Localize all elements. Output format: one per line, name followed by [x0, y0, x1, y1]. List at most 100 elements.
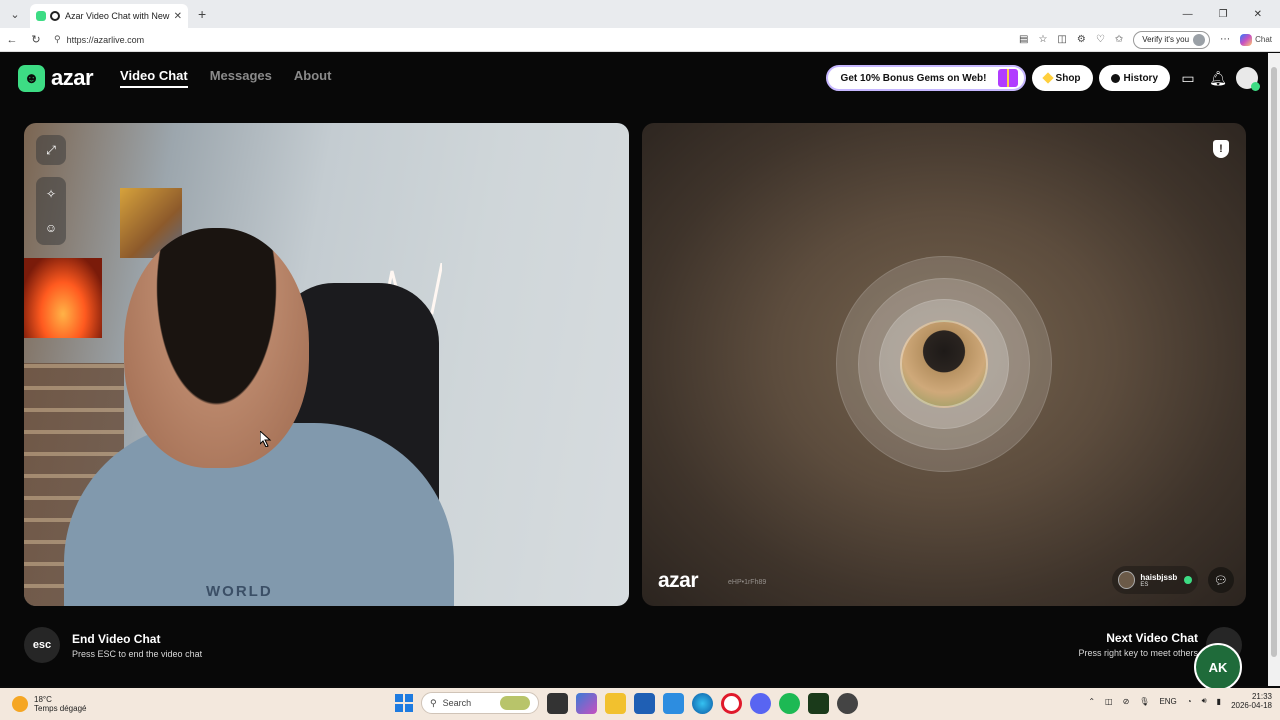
azar-page: ☻ azar Video Chat Messages About Get 10%…	[0, 53, 1268, 691]
azar-watermark: azar	[658, 569, 699, 592]
search-label: Search	[442, 698, 472, 708]
search-highlight-icon	[500, 696, 530, 710]
tab-list-chevron-icon[interactable]: ⌄	[4, 3, 26, 25]
verify-profile-button[interactable]: Verify it's you	[1133, 30, 1211, 49]
brand-name: azar	[51, 65, 94, 90]
recorder-app-icon[interactable]	[837, 692, 858, 714]
split-screen-icon[interactable]: ◫	[1057, 34, 1066, 45]
edge-browser-icon[interactable]	[692, 692, 713, 714]
gem-icon	[1041, 72, 1054, 84]
tray-app-icon[interactable]: ◫	[1105, 697, 1113, 706]
spotify-app-icon[interactable]	[779, 692, 800, 714]
tray-overflow-chevron-icon[interactable]: ⌃	[1088, 697, 1095, 706]
editor-app-icon[interactable]	[808, 692, 829, 714]
cursor-arrow-icon	[259, 429, 272, 448]
copilot-label: Chat	[1255, 35, 1272, 44]
taskbar-clock[interactable]: 21:33 2026-04-18	[1231, 692, 1272, 710]
copilot-button[interactable]: Chat	[1240, 33, 1272, 46]
history-clock-icon	[1110, 73, 1120, 83]
main-menu: Video Chat Messages About	[120, 68, 331, 88]
partner-info: haisbjssb ES	[1140, 573, 1177, 588]
more-options-icon[interactable]: ⋯	[1220, 34, 1230, 45]
outlook-app-icon[interactable]	[663, 692, 684, 714]
maximize-icon[interactable]: ❐	[1219, 9, 1228, 20]
task-view-icon[interactable]	[547, 692, 568, 714]
widgets-app-icon[interactable]	[576, 692, 597, 714]
face-sticker-icon[interactable]: ☺	[36, 211, 66, 245]
effects-tool-group: ✧ ☺	[36, 177, 66, 245]
extensions-icon[interactable]: ⚙	[1077, 34, 1086, 45]
new-tab-icon[interactable]: +	[198, 6, 206, 22]
url-text: https://azarlive.com	[66, 34, 145, 45]
shop-label: Shop	[1055, 72, 1081, 84]
temperature: 18°C	[34, 695, 52, 704]
partner-info-chip[interactable]: haisbjssb ES	[1112, 566, 1198, 594]
next-chat-hint: Press right key to meet others	[1078, 648, 1198, 658]
webcam-person-head	[124, 228, 309, 468]
browser-tab[interactable]: Azar Video Chat with New Pe ✕	[30, 4, 188, 28]
opera-browser-icon[interactable]	[721, 692, 742, 714]
favorites-icon[interactable]: ✩	[1115, 34, 1123, 45]
online-status-dot	[1251, 82, 1260, 91]
file-explorer-icon[interactable]	[605, 692, 626, 714]
sun-weather-icon	[12, 696, 28, 712]
windows-start-icon[interactable]	[395, 694, 413, 712]
clock-time: 21:33	[1251, 692, 1272, 701]
notification-bell-icon[interactable]: 🔔︎	[1206, 66, 1230, 90]
minimize-icon[interactable]: —	[1183, 9, 1193, 20]
azar-favicon-icon	[36, 11, 46, 21]
user-profile-avatar[interactable]	[1236, 67, 1260, 91]
nav-video-chat[interactable]: Video Chat	[120, 68, 188, 88]
bonus-gems-promo-button[interactable]: Get 10% Bonus Gems on Web!	[825, 65, 1026, 91]
reader-icon[interactable]: ▤	[1019, 34, 1028, 45]
report-shield-icon[interactable]: !	[1213, 140, 1229, 158]
tray-network-icon[interactable]: ⊘	[1123, 697, 1130, 706]
weather-condition: Temps dégagé	[34, 704, 87, 713]
tab-close-icon[interactable]: ✕	[174, 11, 182, 22]
next-chat-text: Next Video Chat Press right key to meet …	[1078, 631, 1198, 658]
history-button[interactable]: History	[1098, 65, 1170, 91]
inbox-icon[interactable]: ▭	[1176, 66, 1200, 90]
tray-mic-icon[interactable]: 🎙︎	[1139, 697, 1149, 706]
discord-app-icon[interactable]	[750, 692, 771, 714]
azar-logo-icon: ☻	[18, 64, 45, 92]
recording-icon	[50, 11, 60, 21]
site-info-icon[interactable]: ⚲	[54, 34, 61, 45]
close-window-icon[interactable]: ✕	[1254, 9, 1262, 20]
esc-key-button[interactable]: esc	[24, 627, 60, 663]
resize-view-icon[interactable]: ⤢	[36, 135, 66, 165]
end-chat-title: End Video Chat	[72, 631, 161, 646]
weather-widget[interactable]: 18°C Temps dégagé	[12, 695, 86, 713]
taskbar-search[interactable]: ⚲ Search	[421, 692, 539, 714]
partner-profile-photo	[900, 320, 988, 408]
nav-about[interactable]: About	[294, 68, 332, 88]
windows-taskbar: 18°C Temps dégagé ⚲ Search ⌃ ◫ ⊘ 🎙︎ ENG …	[0, 688, 1280, 720]
magic-wand-filter-icon[interactable]: ✧	[36, 177, 66, 211]
weather-text: 18°C Temps dégagé	[34, 695, 86, 713]
store-app-icon[interactable]	[634, 692, 655, 714]
browser-essentials-icon[interactable]: ♡	[1096, 34, 1105, 45]
shop-button[interactable]: Shop	[1031, 65, 1093, 91]
azar-logo[interactable]: ☻ azar	[18, 64, 94, 92]
webcam-scene-fireplace	[24, 258, 102, 338]
next-video-chat-control[interactable]: Next Video Chat Press right key to meet …	[1078, 631, 1198, 658]
tray-volume-icon[interactable]: 🔊︎	[1202, 696, 1207, 706]
end-video-chat-control[interactable]: esc End Video Chat Press ESC to end the …	[24, 627, 202, 663]
promo-label: Get 10% Bonus Gems on Web!	[840, 72, 987, 84]
page-scrollbar[interactable]	[1268, 53, 1280, 686]
tray-battery-icon[interactable]: ▮	[1217, 697, 1221, 706]
partner-avatar	[1118, 571, 1136, 589]
shirt-print: WORLD	[206, 583, 273, 600]
nav-messages[interactable]: Messages	[210, 68, 272, 88]
url-field[interactable]: ⚲ https://azarlive.com	[54, 31, 1019, 49]
scrollbar-thumb[interactable]	[1271, 67, 1277, 657]
back-icon[interactable]: ←	[0, 34, 24, 46]
system-tray: ⌃ ◫ ⊘ 🎙︎ ENG ◔ 🔊︎ ▮ 21:33 2026-04-18	[1088, 692, 1272, 710]
history-label: History	[1123, 72, 1158, 84]
tray-wifi-icon[interactable]: ◔	[1187, 697, 1192, 706]
refresh-icon[interactable]: ↻	[24, 33, 48, 46]
nav-actions: Get 10% Bonus Gems on Web! Shop History …	[825, 65, 1260, 91]
chat-bubble-icon[interactable]: 💬︎	[1208, 567, 1234, 593]
language-indicator[interactable]: ENG	[1159, 697, 1176, 706]
favorite-star-icon[interactable]: ☆	[1038, 34, 1047, 45]
